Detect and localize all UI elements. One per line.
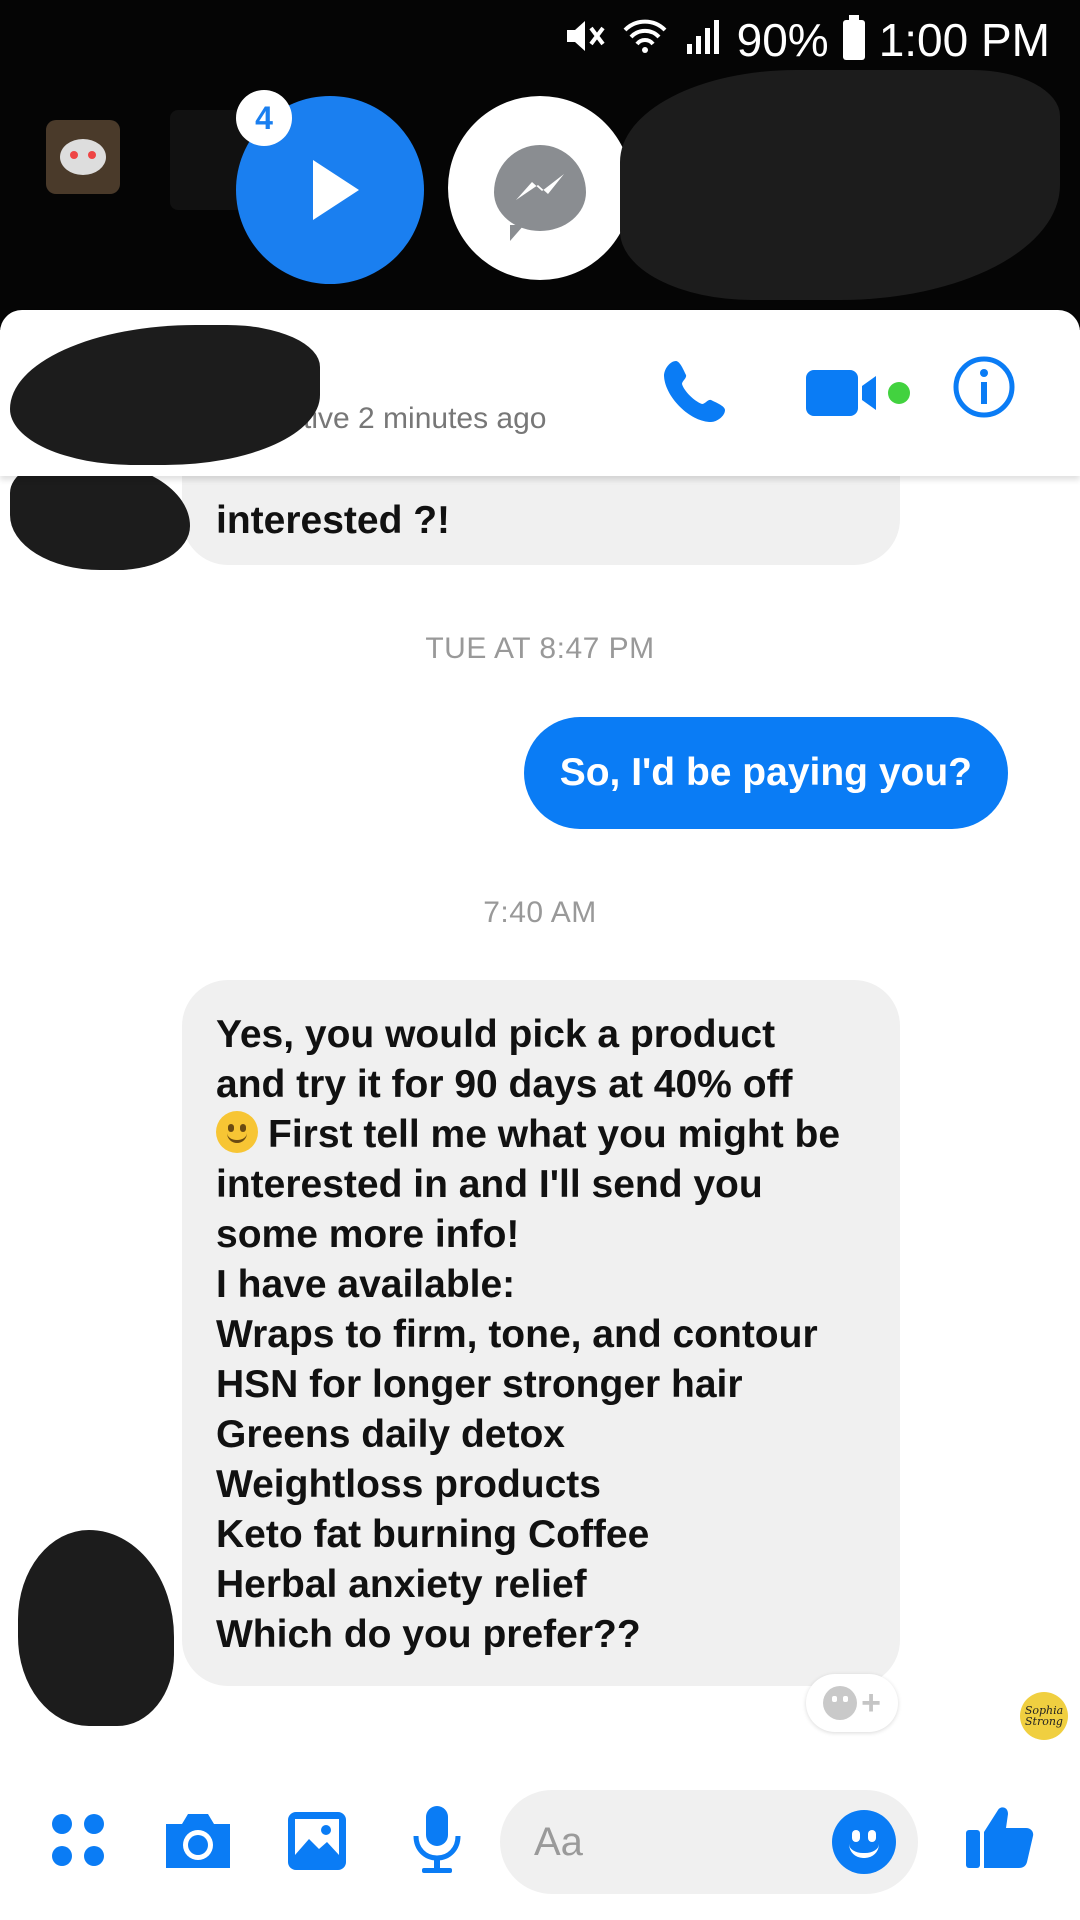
message-input[interactable] [534, 1814, 784, 1870]
messenger-icon [494, 145, 586, 241]
message-line-emoji: First tell me what you might be [216, 1110, 866, 1160]
info-icon[interactable] [952, 355, 1016, 419]
like-icon[interactable] [964, 1800, 1036, 1877]
chat-head-messenger[interactable] [448, 96, 632, 280]
redacted-avatar [10, 460, 190, 570]
gallery-icon[interactable] [286, 1810, 348, 1877]
message-line: Herbal anxiety relief [216, 1563, 587, 1606]
phone-icon[interactable] [662, 355, 732, 425]
message-text: So, I'd be paying you? [559, 751, 972, 794]
timestamp: TUE AT 8:47 PM [425, 632, 655, 665]
emoji-icon[interactable] [832, 1810, 896, 1874]
play-icon [313, 160, 359, 220]
incoming-message[interactable]: Yes, you would pick a product and try it… [182, 980, 900, 1686]
redacted-chat-heads [620, 70, 1060, 300]
mute-icon [563, 13, 607, 67]
wifi-icon [621, 13, 669, 67]
signal-icon [683, 13, 723, 67]
reaction-emoji-icon [823, 1686, 858, 1720]
message-line: HSN for longer stronger hair [216, 1363, 743, 1406]
message-line: some more info! [216, 1213, 520, 1256]
battery-percent: 90% [736, 14, 829, 66]
status-bar: 90% 1:00 PM [563, 8, 1050, 72]
camera-icon[interactable] [162, 1810, 234, 1877]
message-line: and try it for 90 days at 40% off [216, 1063, 793, 1106]
battery-icon [842, 15, 865, 60]
message-line: Yes, you would pick a product [216, 1013, 776, 1056]
apps-icon[interactable] [48, 1810, 108, 1875]
timestamp: 7:40 AM [483, 896, 597, 929]
seen-avatar: Sophia Strong [1020, 1692, 1068, 1740]
add-reaction-button[interactable]: + [806, 1674, 898, 1732]
reddit-app-icon[interactable] [46, 120, 120, 194]
top-overlay: 90% 1:00 PM 4 [0, 0, 1080, 330]
message-line: Wraps to firm, tone, and contour [216, 1313, 818, 1356]
message-text: First tell me what you might be [268, 1113, 841, 1156]
message-line: interested in and I'll send you [216, 1163, 763, 1206]
smiley-emoji-icon [216, 1111, 258, 1153]
add-reaction-label: + [861, 1683, 881, 1722]
mic-icon[interactable] [410, 1804, 464, 1881]
message-line: Keto fat burning Coffee [216, 1513, 650, 1556]
clock: 1:00 PM [878, 14, 1050, 66]
message-line: Greens daily detox [216, 1413, 565, 1456]
redacted-avatar [18, 1530, 174, 1726]
message-line: I have available: [216, 1263, 516, 1306]
outgoing-message[interactable]: So, I'd be paying you? [523, 717, 1008, 829]
message-line: Which do you prefer?? [216, 1613, 641, 1656]
message-text: interested ?! [216, 499, 451, 542]
video-icon[interactable] [806, 368, 916, 418]
message-line: Weightloss products [216, 1463, 601, 1506]
unread-badge: 4 [236, 90, 292, 146]
